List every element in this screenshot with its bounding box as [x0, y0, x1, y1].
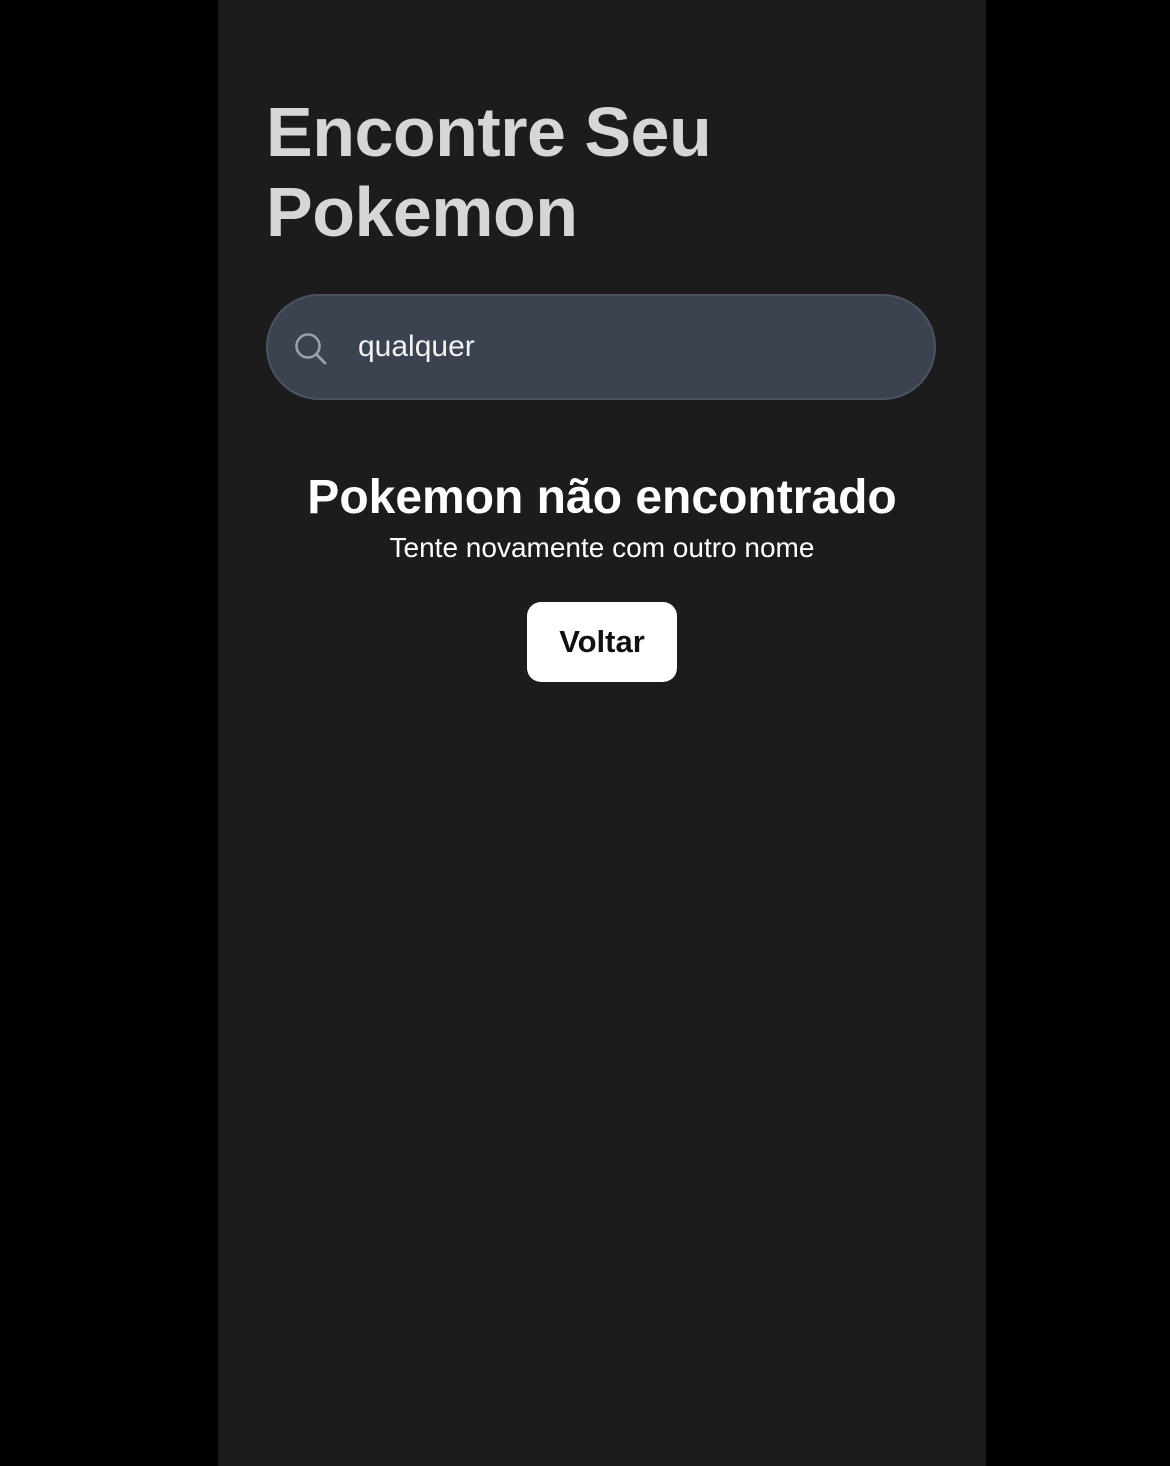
- not-found-title: Pokemon não encontrado: [307, 471, 897, 524]
- search-icon: [295, 333, 327, 365]
- back-button[interactable]: Voltar: [527, 602, 677, 682]
- not-found-message: Pokemon não encontrado Tente novamente c…: [218, 468, 986, 566]
- search-input[interactable]: [358, 322, 898, 372]
- page: Encontre Seu Pokemon Pokemon não encontr…: [0, 0, 1170, 1466]
- app-panel: Encontre Seu Pokemon Pokemon não encontr…: [218, 0, 986, 1466]
- not-found-subtitle: Tente novamente com outro nome: [389, 532, 815, 563]
- page-title: Encontre Seu Pokemon: [266, 93, 712, 251]
- search-bar[interactable]: [266, 294, 936, 400]
